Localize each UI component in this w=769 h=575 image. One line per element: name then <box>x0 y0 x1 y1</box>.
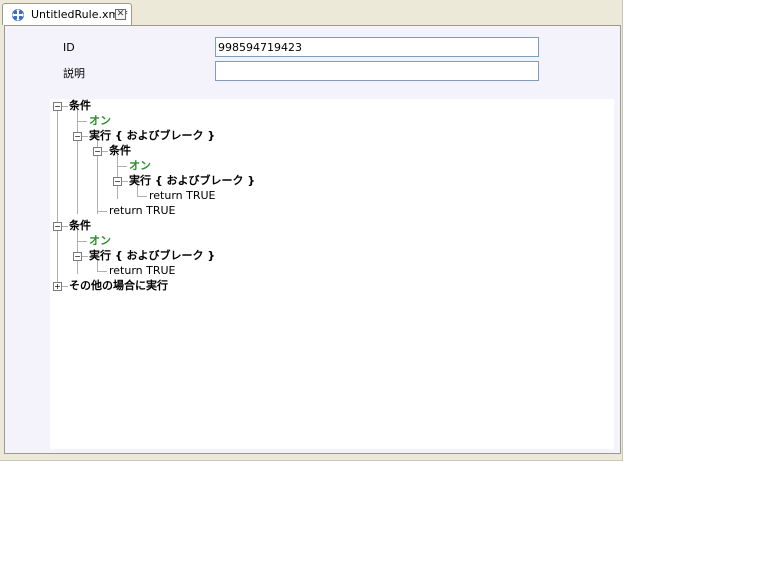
rule-icon <box>11 8 25 22</box>
tree-node-return-nested[interactable]: return TRUE <box>149 189 216 203</box>
tree-node-condition-nested[interactable]: 条件 <box>109 144 131 158</box>
id-field[interactable] <box>215 37 539 57</box>
rule-tree: − 条件 オン − 実行 { およびブレーク } − 条件 オン − 実行 { … <box>50 99 614 449</box>
rule-editor-panel: ID 説明 − 条件 <box>4 25 621 454</box>
tree-node-condition-2[interactable]: 条件 <box>69 219 91 233</box>
description-field[interactable] <box>215 61 539 81</box>
tab-untitled-rule[interactable]: UntitledRule.xml* ✕ <box>2 3 132 25</box>
collapse-icon[interactable]: − <box>93 147 102 156</box>
tree-node-otherwise[interactable]: その他の場合に実行 <box>69 279 168 293</box>
tab-bar: UntitledRule.xml* ✕ <box>0 0 622 26</box>
collapse-icon[interactable]: − <box>73 132 82 141</box>
collapse-icon[interactable]: − <box>73 252 82 261</box>
collapse-icon[interactable]: − <box>53 102 62 111</box>
tree-node-execute-nested[interactable]: 実行 { およびブレーク } <box>129 174 255 188</box>
tree-node-return-2[interactable]: return TRUE <box>109 264 176 278</box>
tree-node-return[interactable]: return TRUE <box>109 204 176 218</box>
tree-node-on-nested[interactable]: オン <box>129 159 151 173</box>
expand-icon[interactable]: + <box>53 282 62 291</box>
tab-title: UntitledRule.xml* <box>31 8 128 21</box>
id-label: ID <box>63 41 75 54</box>
tree-node-execute[interactable]: 実行 { およびブレーク } <box>89 129 215 143</box>
tree-node-condition[interactable]: 条件 <box>69 99 91 113</box>
collapse-icon[interactable]: − <box>53 222 62 231</box>
collapse-icon[interactable]: − <box>113 177 122 186</box>
tree-node-on-2[interactable]: オン <box>89 234 111 248</box>
tree-node-execute-2[interactable]: 実行 { およびブレーク } <box>89 249 215 263</box>
description-label: 説明 <box>63 67 85 80</box>
editor-window: UntitledRule.xml* ✕ ID 説明 <box>0 0 623 461</box>
tree-node-on[interactable]: オン <box>89 114 111 128</box>
close-icon[interactable]: ✕ <box>115 9 126 20</box>
